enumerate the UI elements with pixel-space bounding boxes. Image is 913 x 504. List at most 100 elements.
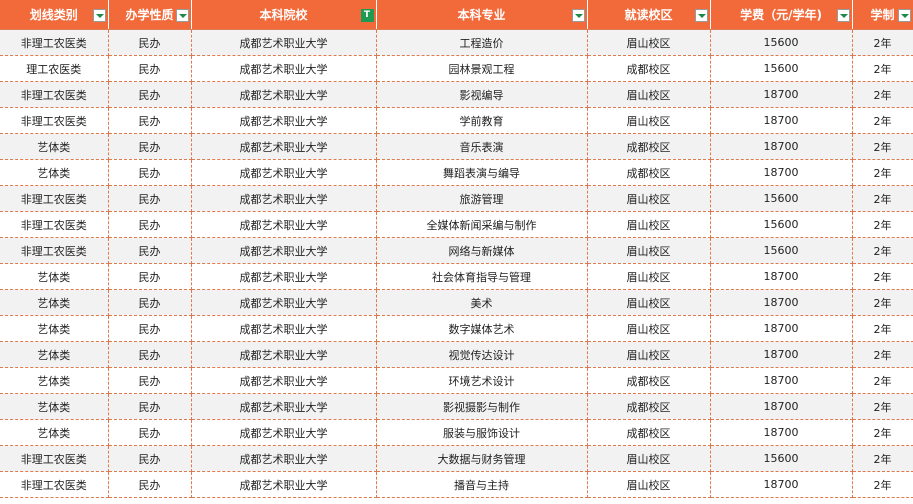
cell-tuition[interactable]: 15600 (710, 445, 853, 472)
cell-tuition[interactable]: 18700 (710, 81, 853, 108)
cell-major[interactable]: 网络与新媒体 (376, 237, 588, 264)
cell-school-type[interactable]: 民办 (108, 315, 192, 342)
cell-school-type[interactable]: 民办 (108, 341, 192, 368)
active-filter-icon[interactable]: T (360, 9, 374, 22)
filter-dropdown-icon[interactable] (92, 9, 106, 22)
cell-campus[interactable]: 眉山校区 (587, 445, 711, 472)
column-header-major[interactable]: 本科专业 (376, 0, 588, 30)
cell-campus[interactable]: 眉山校区 (587, 211, 711, 238)
cell-duration[interactable]: 2年 (852, 133, 913, 160)
cell-school-type[interactable]: 民办 (108, 55, 192, 82)
cell-tuition[interactable]: 18700 (710, 133, 853, 160)
cell-university[interactable]: 成都艺术职业大学 (191, 55, 377, 82)
column-header-category[interactable]: 划线类别 (0, 0, 109, 30)
cell-school-type[interactable]: 民办 (108, 29, 192, 56)
filter-dropdown-icon[interactable] (897, 9, 911, 22)
cell-tuition[interactable]: 15600 (710, 55, 853, 82)
cell-tuition[interactable]: 18700 (710, 367, 853, 394)
cell-major[interactable]: 舞蹈表演与编导 (376, 159, 588, 186)
cell-duration[interactable]: 2年 (852, 445, 913, 472)
column-header-tuition[interactable]: 学费（元/学年) (710, 0, 853, 30)
cell-tuition[interactable]: 15600 (710, 29, 853, 56)
filter-dropdown-icon[interactable] (571, 9, 585, 22)
cell-university[interactable]: 成都艺术职业大学 (191, 29, 377, 56)
cell-campus[interactable]: 成都校区 (587, 419, 711, 446)
cell-major[interactable]: 学前教育 (376, 107, 588, 134)
cell-duration[interactable]: 2年 (852, 55, 913, 82)
cell-school-type[interactable]: 民办 (108, 185, 192, 212)
cell-campus[interactable]: 成都校区 (587, 367, 711, 394)
cell-campus[interactable]: 眉山校区 (587, 341, 711, 368)
cell-university[interactable]: 成都艺术职业大学 (191, 315, 377, 342)
cell-university[interactable]: 成都艺术职业大学 (191, 471, 377, 498)
cell-campus[interactable]: 成都校区 (587, 55, 711, 82)
cell-university[interactable]: 成都艺术职业大学 (191, 159, 377, 186)
cell-school-type[interactable]: 民办 (108, 107, 192, 134)
cell-campus[interactable]: 眉山校区 (587, 185, 711, 212)
cell-major[interactable]: 美术 (376, 289, 588, 316)
cell-tuition[interactable]: 18700 (710, 419, 853, 446)
cell-category[interactable]: 艺体类 (0, 133, 109, 160)
cell-category[interactable]: 艺体类 (0, 263, 109, 290)
cell-campus[interactable]: 眉山校区 (587, 263, 711, 290)
cell-duration[interactable]: 2年 (852, 315, 913, 342)
cell-major[interactable]: 环境艺术设计 (376, 367, 588, 394)
cell-school-type[interactable]: 民办 (108, 419, 192, 446)
cell-duration[interactable]: 2年 (852, 237, 913, 264)
cell-campus[interactable]: 眉山校区 (587, 471, 711, 498)
cell-tuition[interactable]: 15600 (710, 237, 853, 264)
cell-university[interactable]: 成都艺术职业大学 (191, 393, 377, 420)
column-header-duration[interactable]: 学制 (852, 0, 913, 30)
cell-category[interactable]: 艺体类 (0, 315, 109, 342)
cell-duration[interactable]: 2年 (852, 341, 913, 368)
cell-major[interactable]: 园林景观工程 (376, 55, 588, 82)
cell-duration[interactable]: 2年 (852, 107, 913, 134)
cell-duration[interactable]: 2年 (852, 185, 913, 212)
filter-dropdown-icon[interactable] (694, 9, 708, 22)
cell-duration[interactable]: 2年 (852, 471, 913, 498)
cell-category[interactable]: 非理工农医类 (0, 185, 109, 212)
cell-major[interactable]: 播音与主持 (376, 471, 588, 498)
cell-school-type[interactable]: 民办 (108, 159, 192, 186)
cell-duration[interactable]: 2年 (852, 289, 913, 316)
cell-tuition[interactable]: 15600 (710, 211, 853, 238)
cell-university[interactable]: 成都艺术职业大学 (191, 419, 377, 446)
column-header-school-type[interactable]: 办学性质 (108, 0, 192, 30)
cell-university[interactable]: 成都艺术职业大学 (191, 107, 377, 134)
cell-major[interactable]: 工程造价 (376, 29, 588, 56)
cell-school-type[interactable]: 民办 (108, 471, 192, 498)
cell-tuition[interactable]: 18700 (710, 471, 853, 498)
cell-major[interactable]: 服装与服饰设计 (376, 419, 588, 446)
cell-category[interactable]: 艺体类 (0, 341, 109, 368)
cell-duration[interactable]: 2年 (852, 159, 913, 186)
cell-tuition[interactable]: 18700 (710, 393, 853, 420)
cell-tuition[interactable]: 18700 (710, 289, 853, 316)
cell-university[interactable]: 成都艺术职业大学 (191, 237, 377, 264)
cell-campus[interactable]: 眉山校区 (587, 81, 711, 108)
cell-category[interactable]: 非理工农医类 (0, 237, 109, 264)
cell-major[interactable]: 大数据与财务管理 (376, 445, 588, 472)
column-header-university[interactable]: 本科院校 T (191, 0, 377, 30)
cell-campus[interactable]: 眉山校区 (587, 315, 711, 342)
cell-category[interactable]: 非理工农医类 (0, 445, 109, 472)
cell-category[interactable]: 艺体类 (0, 367, 109, 394)
cell-tuition[interactable]: 15600 (710, 185, 853, 212)
cell-duration[interactable]: 2年 (852, 263, 913, 290)
cell-campus[interactable]: 眉山校区 (587, 29, 711, 56)
cell-category[interactable]: 非理工农医类 (0, 211, 109, 238)
cell-category[interactable]: 艺体类 (0, 159, 109, 186)
cell-tuition[interactable]: 18700 (710, 159, 853, 186)
cell-campus[interactable]: 成都校区 (587, 393, 711, 420)
cell-university[interactable]: 成都艺术职业大学 (191, 185, 377, 212)
cell-duration[interactable]: 2年 (852, 367, 913, 394)
cell-school-type[interactable]: 民办 (108, 289, 192, 316)
cell-category[interactable]: 艺体类 (0, 289, 109, 316)
cell-duration[interactable]: 2年 (852, 81, 913, 108)
cell-duration[interactable]: 2年 (852, 211, 913, 238)
cell-campus[interactable]: 眉山校区 (587, 289, 711, 316)
cell-school-type[interactable]: 民办 (108, 133, 192, 160)
cell-category[interactable]: 理工农医类 (0, 55, 109, 82)
cell-major[interactable]: 影视编导 (376, 81, 588, 108)
cell-university[interactable]: 成都艺术职业大学 (191, 263, 377, 290)
cell-major[interactable]: 社会体育指导与管理 (376, 263, 588, 290)
